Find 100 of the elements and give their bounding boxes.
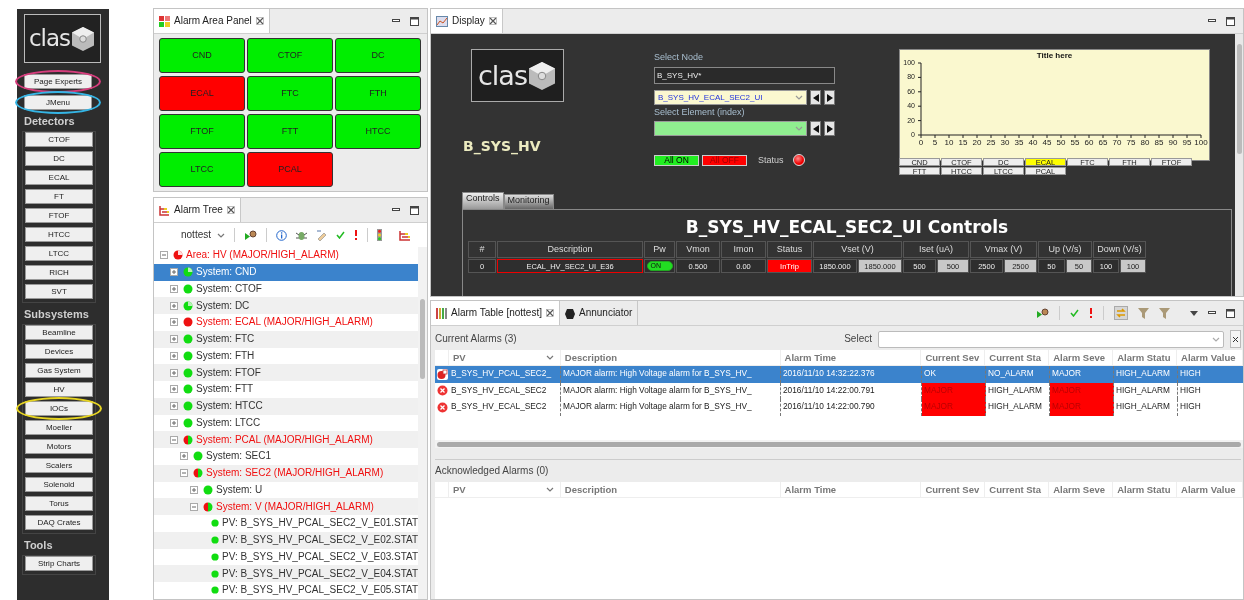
check-icon[interactable] (336, 231, 346, 239)
area-button[interactable]: FTT (247, 114, 333, 149)
clear-button[interactable] (1230, 330, 1241, 348)
expand-icon[interactable] (170, 368, 178, 377)
column-header[interactable]: PV (449, 350, 561, 365)
area-button[interactable]: PCAL (247, 152, 333, 187)
tree-item[interactable]: System: FTOF (154, 364, 419, 381)
chevron-down-icon[interactable] (795, 95, 803, 100)
area-button[interactable]: CTOF (247, 38, 333, 73)
previous-button[interactable] (810, 90, 821, 105)
node-filter-field[interactable]: B_SYS_HV* (654, 67, 835, 84)
column-header[interactable]: Current Sev (921, 482, 986, 497)
nav-button[interactable]: CTOF (25, 132, 93, 147)
maximize-icon[interactable] (410, 16, 419, 26)
play-icon[interactable] (1036, 307, 1049, 319)
expand-icon[interactable] (170, 385, 178, 394)
check-icon[interactable] (1070, 309, 1079, 317)
close-icon[interactable] (546, 309, 554, 317)
filter-icon[interactable] (1159, 307, 1170, 319)
filter-icon[interactable] (1138, 307, 1149, 319)
exclamation-icon[interactable] (354, 230, 359, 240)
nav-button[interactable]: HV (25, 382, 93, 397)
column-header[interactable]: PV (449, 482, 561, 497)
node-dropdown[interactable]: B_SYS_HV_ECAL_SEC2_UI (654, 90, 807, 105)
nav-button[interactable]: FT (25, 189, 93, 204)
nav-button[interactable]: SVT (25, 284, 93, 299)
nav-button[interactable]: FTOF (25, 208, 93, 223)
chevron-down-icon[interactable] (1212, 336, 1220, 342)
previous-button[interactable] (810, 121, 821, 136)
nav-button[interactable]: Torus (25, 496, 93, 511)
close-icon[interactable] (488, 17, 497, 25)
view-tab[interactable]: Alarm Table [nottest] (431, 301, 560, 325)
expand-icon[interactable] (170, 284, 178, 293)
area-button[interactable]: FTC (247, 76, 333, 111)
expand-icon[interactable] (170, 351, 178, 360)
column-header[interactable]: Alarm Seve (1049, 482, 1114, 497)
nav-button[interactable]: Strip Charts (25, 556, 93, 571)
play-icon[interactable] (244, 229, 258, 241)
expand-icon[interactable] (170, 301, 178, 310)
pencil-icon[interactable] (316, 229, 328, 241)
view-menu-icon[interactable] (1190, 310, 1198, 316)
nav-button[interactable]: LTCC (25, 246, 93, 261)
expand-icon[interactable] (170, 335, 178, 344)
column-header[interactable]: Current Sev (921, 350, 986, 365)
tab[interactable]: Controls (462, 192, 504, 209)
area-button[interactable]: HTCC (335, 114, 421, 149)
exclamation-icon[interactable] (1089, 308, 1093, 318)
info-icon[interactable] (276, 229, 288, 241)
nav-button[interactable]: Moeller (25, 420, 93, 435)
tab[interactable]: Monitoring (503, 194, 554, 209)
nav-button[interactable]: Solenoid (25, 477, 93, 492)
maximize-icon[interactable] (1226, 308, 1235, 318)
column-header[interactable]: Alarm Statu (1113, 350, 1178, 365)
column-header[interactable]: Alarm Statu (1113, 482, 1178, 497)
view-tab[interactable]: Display (431, 9, 503, 33)
area-button[interactable]: CND (159, 38, 245, 73)
nav-button[interactable]: RICH (25, 265, 93, 280)
column-header[interactable]: Description (560, 350, 781, 365)
scrollbar[interactable] (435, 440, 1243, 448)
column-header[interactable]: Alarm Time (780, 482, 922, 497)
traffic-light-icon[interactable] (377, 229, 383, 241)
chevron-down-icon[interactable] (795, 126, 803, 131)
config-dropdown[interactable]: nottest (181, 229, 226, 241)
area-button[interactable]: ECAL (159, 76, 245, 111)
column-header[interactable]: Alarm Time (780, 350, 922, 365)
column-header[interactable]: Alarm Value (1177, 350, 1243, 365)
area-button[interactable]: FTH (335, 76, 421, 111)
nav-button[interactable]: Gas System (25, 363, 93, 378)
maximize-icon[interactable] (1226, 16, 1235, 26)
column-header[interactable]: Alarm Value (1177, 482, 1243, 497)
maximize-icon[interactable] (410, 205, 419, 215)
tree-icon[interactable] (399, 229, 412, 241)
bug-icon[interactable] (296, 229, 308, 241)
tree-item[interactable]: System: DC (154, 297, 419, 314)
expand-icon[interactable] (180, 452, 188, 461)
chevron-down-icon[interactable] (545, 487, 554, 492)
collapse-icon[interactable] (180, 469, 188, 478)
tree-item[interactable]: System: PCAL (MAJOR/HIGH_ALARM) (154, 431, 419, 448)
nav-button[interactable]: JMenu (24, 95, 92, 110)
nav-button[interactable]: Devices (25, 344, 93, 359)
scrollbar[interactable] (418, 247, 427, 599)
expand-icon[interactable] (170, 318, 178, 327)
column-header[interactable]: Description (560, 482, 781, 497)
tree-item[interactable]: PV: B_SYS_HV_PCAL_SEC2_V_E04.STAT (154, 565, 419, 582)
nav-button[interactable]: ECAL (25, 170, 93, 185)
collapse-icon[interactable] (160, 251, 168, 260)
chevron-down-icon[interactable] (217, 232, 226, 238)
expand-icon[interactable] (190, 485, 198, 494)
area-button[interactable]: LTCC (159, 152, 245, 187)
close-icon[interactable] (226, 206, 235, 214)
next-button[interactable] (824, 90, 835, 105)
nav-button[interactable]: Page Experts (24, 74, 92, 89)
column-header[interactable]: Current Sta (985, 482, 1050, 497)
expand-icon[interactable] (170, 268, 178, 277)
all-on-button[interactable]: All ON (654, 154, 699, 166)
collapse-icon[interactable] (190, 502, 198, 511)
tree-item[interactable]: System: V (MAJOR/HIGH_ALARM) (154, 498, 419, 515)
area-button[interactable]: DC (335, 38, 421, 73)
area-button[interactable]: FTOF (159, 114, 245, 149)
chevron-down-icon[interactable] (545, 355, 554, 360)
